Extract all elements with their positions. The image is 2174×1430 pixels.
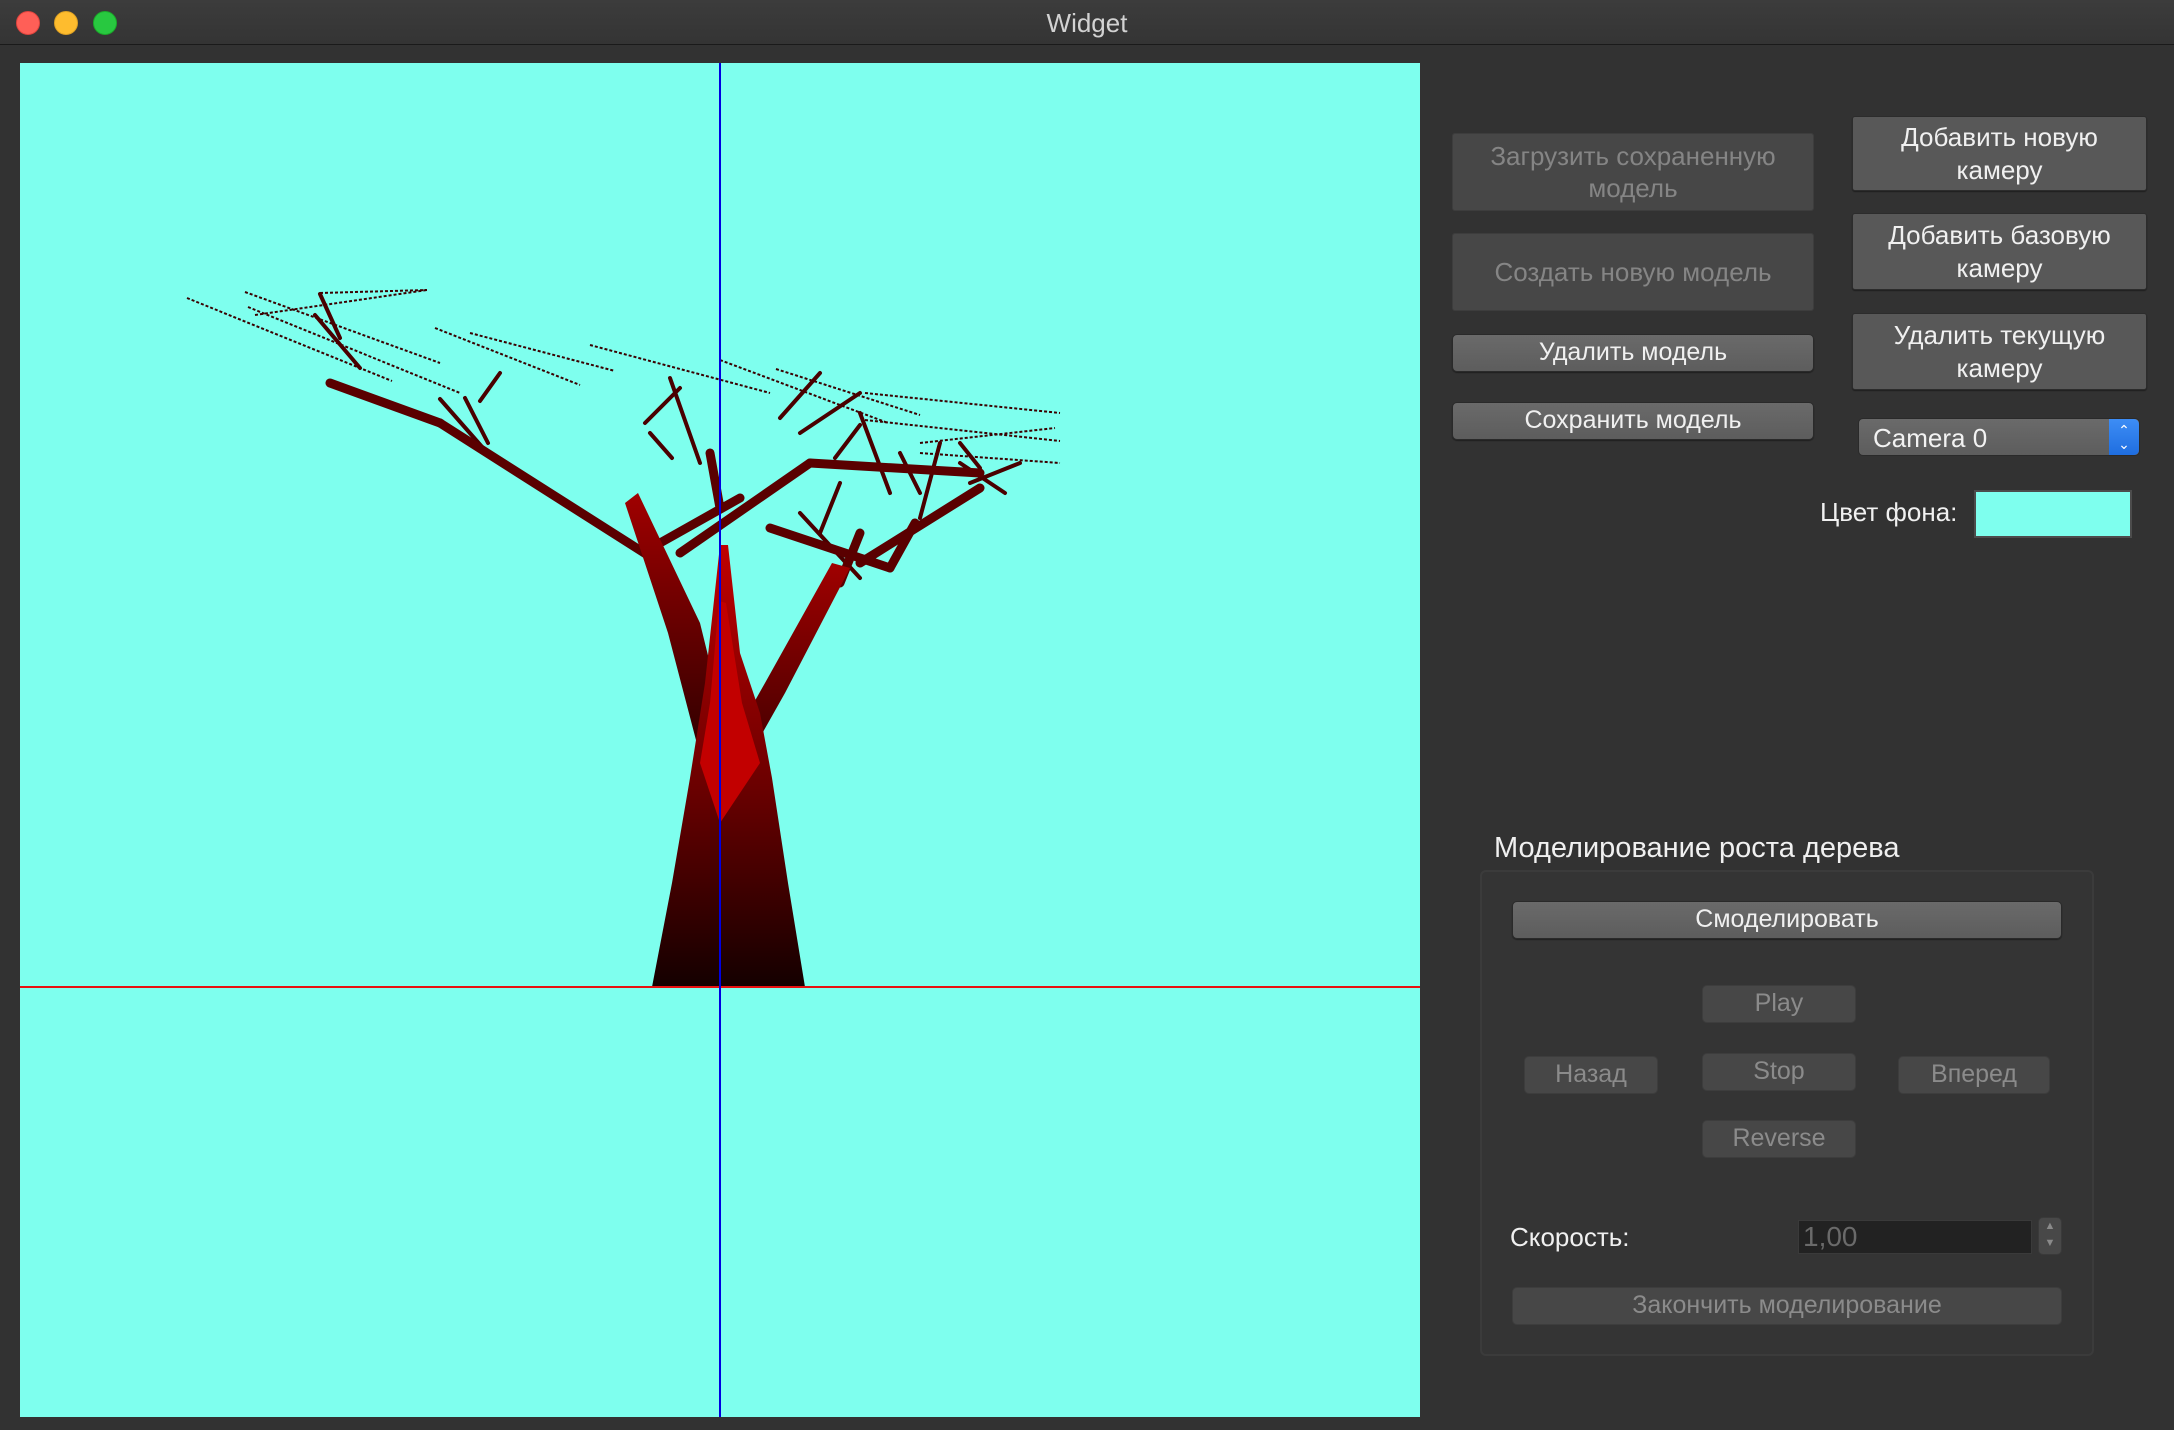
title-bar: Widget	[0, 0, 2174, 45]
stop-button[interactable]: Stop	[1702, 1053, 1856, 1091]
delete-model-button[interactable]: Удалить модель	[1452, 334, 1814, 372]
save-model-button[interactable]: Сохранить модель	[1452, 402, 1814, 440]
camera-select[interactable]: Camera 0 ⌃ ⌄	[1858, 418, 2140, 456]
speed-input[interactable]: 1,00	[1798, 1220, 2032, 1254]
delete-current-camera-button[interactable]: Удалить текущую камеру	[1852, 313, 2147, 390]
growth-group	[1480, 870, 2094, 1356]
camera-select-value: Camera 0	[1873, 423, 1988, 453]
growth-group-title: Моделирование роста дерева	[1494, 832, 1900, 864]
speed-stepper[interactable]: ▲ ▼	[2038, 1217, 2062, 1255]
tree-scene	[20, 63, 1420, 1417]
back-button[interactable]: Назад	[1524, 1056, 1658, 1094]
background-color-label: Цвет фона:	[1820, 497, 1958, 527]
reverse-button[interactable]: Reverse	[1702, 1120, 1856, 1158]
3d-viewport[interactable]	[20, 63, 1420, 1417]
app-window: Widget Загрузить сохраненную модель Созд…	[0, 0, 2174, 1430]
background-color-swatch[interactable]	[1974, 490, 2132, 538]
forward-button[interactable]: Вперед	[1898, 1056, 2050, 1094]
add-new-camera-button[interactable]: Добавить новую камеру	[1852, 116, 2147, 191]
window-title: Widget	[1046, 8, 1128, 38]
finish-simulation-button[interactable]: Закончить моделирование	[1512, 1287, 2062, 1325]
create-new-model-button[interactable]: Создать новую модель	[1452, 233, 1814, 311]
stepper-down-icon[interactable]: ▼	[2039, 1235, 2061, 1252]
stepper-up-icon[interactable]: ▲	[2039, 1218, 2061, 1235]
play-button[interactable]: Play	[1702, 985, 1856, 1023]
select-arrows-icon: ⌃ ⌄	[2109, 419, 2139, 455]
load-saved-model-button[interactable]: Загрузить сохраненную модель	[1452, 133, 1814, 211]
speed-label: Скорость:	[1510, 1222, 1630, 1252]
add-base-camera-button[interactable]: Добавить базовую камеру	[1852, 213, 2147, 290]
simulate-button[interactable]: Смоделировать	[1512, 901, 2062, 939]
